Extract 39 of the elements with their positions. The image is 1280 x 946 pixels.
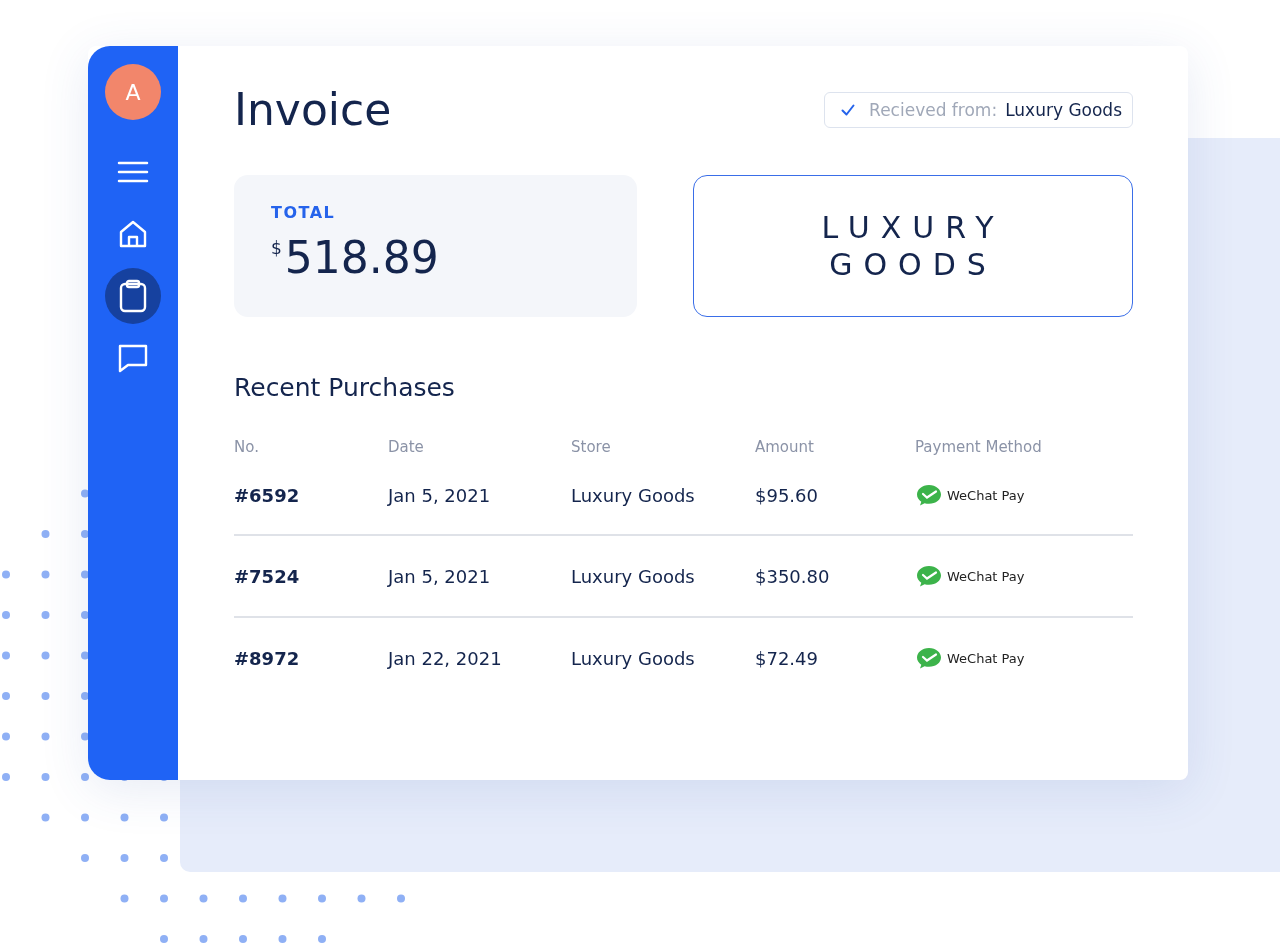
amount-cell-text: $95.60 — [755, 484, 819, 506]
column-header: Store — [571, 438, 612, 456]
order-number: #8972 — [234, 647, 301, 669]
payment-method: WeChat Pay — [947, 487, 1025, 503]
date-cell-text: Jan 22, 2021 — [388, 647, 503, 669]
logo-text: GOODS — [829, 248, 997, 281]
chat-icon — [117, 342, 149, 374]
store-cell-text: Luxury Goods — [571, 647, 696, 669]
total-label: TOTAL — [271, 203, 337, 222]
order-number: #7524 — [234, 565, 301, 587]
menu-icon — [117, 160, 149, 184]
column-header: Date — [388, 438, 425, 456]
chat-bubble-check-icon — [915, 483, 943, 507]
payment-method: WeChat Pay — [947, 568, 1025, 584]
check-icon — [841, 103, 856, 116]
invoice-title: Invoice — [234, 84, 392, 135]
clipboard-icon — [117, 279, 149, 313]
currency-symbol: $ — [271, 238, 282, 258]
column-header: Amount — [755, 438, 815, 456]
total-amount: 518.89 — [284, 232, 439, 283]
column-header: Payment Method — [915, 438, 1043, 456]
store-cell-text: Luxury Goods — [571, 565, 696, 587]
logo-text: LUXURY — [821, 211, 1005, 244]
home-icon — [117, 218, 149, 250]
section-title: Recent Purchases — [234, 373, 456, 402]
date-cell-text: Jan 5, 2021 — [388, 565, 492, 587]
column-header: No. — [234, 438, 260, 456]
payment-method: WeChat Pay — [947, 650, 1025, 666]
amount-cell-text: $350.80 — [755, 565, 831, 587]
chat-bubble-check-icon — [915, 646, 943, 670]
amount-cell-text: $72.49 — [755, 647, 819, 669]
clipboard-nav-button[interactable] — [105, 268, 161, 324]
avatar[interactable]: A — [105, 64, 161, 120]
received-value: Luxury Goods — [1005, 99, 1122, 120]
store-cell-text: Luxury Goods — [571, 484, 696, 506]
received-label: Recieved from: — [869, 99, 998, 120]
date-cell-text: Jan 5, 2021 — [388, 484, 492, 506]
order-number: #6592 — [234, 484, 301, 506]
chat-bubble-check-icon — [915, 564, 943, 588]
